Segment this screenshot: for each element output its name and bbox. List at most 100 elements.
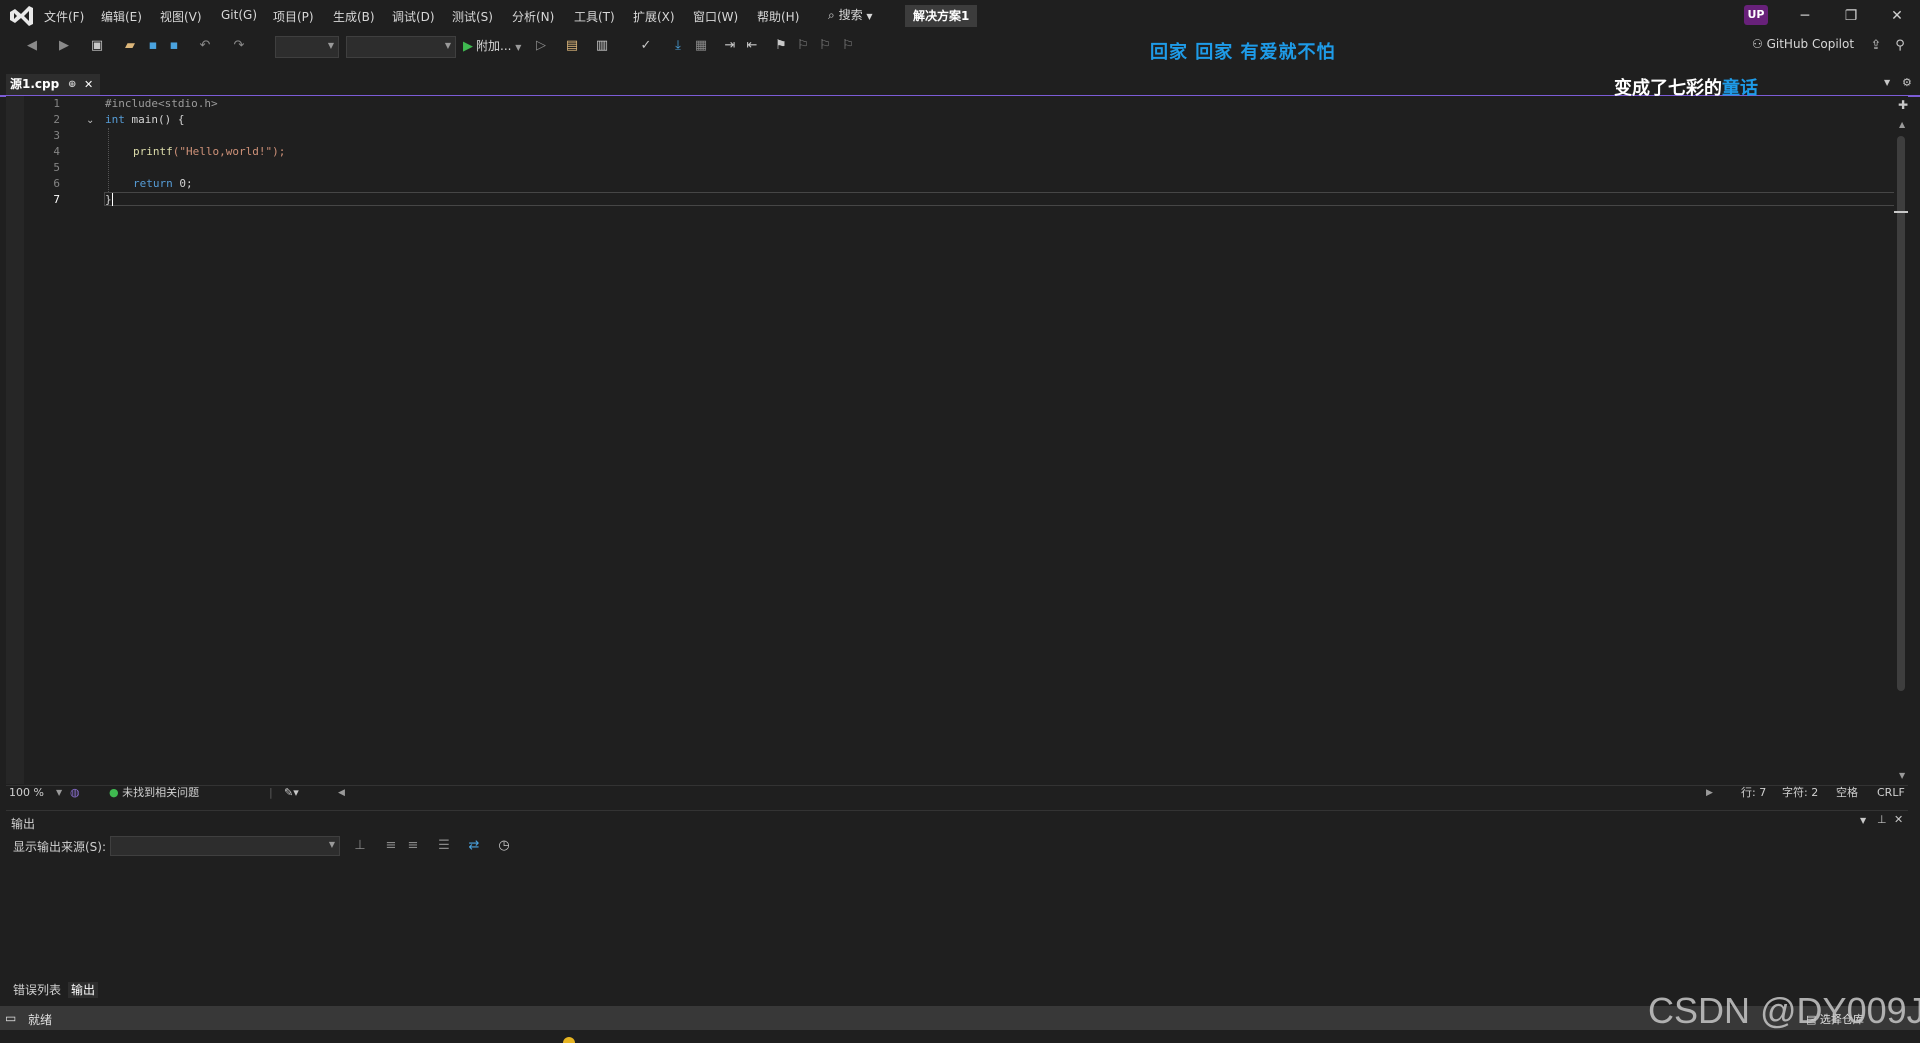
close-tab-icon[interactable]: ✕: [84, 74, 93, 95]
scroll-left-icon[interactable]: ◀: [338, 786, 345, 800]
outdent-icon[interactable]: ⇤: [744, 38, 760, 54]
char-indicator[interactable]: 字符: 2: [1782, 786, 1818, 800]
bookmark-icon[interactable]: ⚑: [773, 38, 789, 54]
check-circle-icon: ●: [109, 786, 119, 799]
minimize-button[interactable]: ─: [1783, 5, 1827, 27]
search-button[interactable]: ⌕ 搜索 ▼: [828, 6, 873, 26]
zoom-level[interactable]: 100 %: [9, 786, 44, 800]
brush-icon[interactable]: ✎▾: [284, 786, 299, 800]
menu-extensions[interactable]: 扩展(X): [633, 8, 675, 24]
code-line-2: int main() {: [105, 113, 184, 126]
copilot-label: GitHub Copilot: [1766, 37, 1855, 51]
next-bookmark-icon[interactable]: ⚐: [817, 38, 833, 54]
menu-project[interactable]: 项目(P): [273, 8, 314, 24]
word-wrap-icon[interactable]: ⇄: [466, 838, 482, 854]
find-message-icon[interactable]: ⊥: [352, 838, 368, 854]
code-main: main() {: [124, 113, 185, 126]
menu-analyze[interactable]: 分析(N): [512, 8, 554, 24]
account-avatar[interactable]: UP: [1744, 5, 1768, 25]
github-copilot-button[interactable]: ⚇ GitHub Copilot: [1752, 37, 1854, 51]
line-ending-indicator[interactable]: CRLF: [1877, 786, 1905, 800]
feedback-icon[interactable]: ⚲: [1892, 38, 1908, 54]
prev-bookmark-icon[interactable]: ⚐: [795, 38, 811, 54]
document-tab-label: 源1.cpp: [10, 77, 60, 91]
undo-icon[interactable]: ↶: [197, 38, 213, 54]
close-window-button[interactable]: ✕: [1875, 5, 1919, 27]
restore-button[interactable]: ❐: [1829, 5, 1873, 27]
output-panel-title: 输出: [11, 817, 36, 831]
output-source-select[interactable]: ▼: [110, 836, 340, 856]
tab-output[interactable]: 输出: [68, 982, 99, 998]
attach-run-button[interactable]: ▶ 附加... ▼: [463, 36, 521, 56]
save-all-icon[interactable]: ▪: [166, 38, 182, 54]
notification-icon[interactable]: ▭: [5, 1011, 16, 1025]
intellicode-icon[interactable]: ◍: [70, 786, 80, 800]
pin-panel-icon[interactable]: ⊥: [1877, 813, 1887, 826]
clear-all-icon[interactable]: ☰: [436, 838, 452, 854]
gear-icon[interactable]: ⚙: [1902, 76, 1912, 89]
scroll-up-icon[interactable]: ▲: [1899, 120, 1905, 129]
line-number: 1: [53, 97, 60, 110]
search-label: 搜索: [838, 8, 863, 22]
output-source-label: 显示输出来源(S):: [13, 840, 107, 854]
whitespace-indicator[interactable]: 空格: [1836, 786, 1858, 800]
function-printf: printf: [133, 145, 173, 158]
layout-icon[interactable]: ▥: [594, 38, 610, 54]
document-tab[interactable]: 源1.cpp ⊕ ✕: [6, 74, 100, 95]
keyword-int: int: [105, 113, 125, 126]
spellcheck-icon[interactable]: ✓: [638, 38, 654, 54]
menu-edit[interactable]: 编辑(E): [101, 8, 142, 24]
taskbar-app-icon[interactable]: [563, 1037, 575, 1043]
close-panel-icon[interactable]: ✕: [1894, 813, 1903, 826]
back-icon[interactable]: ◀: [24, 38, 40, 54]
indent-icon[interactable]: ⇥: [722, 38, 738, 54]
keyword-return: return: [133, 177, 173, 190]
tab-error-list[interactable]: 错误列表: [10, 982, 64, 998]
configuration-dropdown[interactable]: ▼: [275, 36, 339, 58]
menu-test[interactable]: 测试(S): [452, 8, 493, 24]
save-icon[interactable]: ▪: [145, 38, 161, 54]
menu-help[interactable]: 帮助(H): [757, 8, 799, 24]
menu-debug[interactable]: 调试(D): [392, 8, 435, 24]
menu-git[interactable]: Git(G): [221, 8, 257, 24]
lyric-line-1: 回家 回家 有爱就不怕: [1150, 42, 1336, 63]
new-project-icon[interactable]: ▣: [89, 38, 105, 54]
platform-dropdown[interactable]: ▼: [346, 36, 456, 58]
redo-icon[interactable]: ↷: [231, 38, 247, 54]
chevron-down-icon: ▼: [866, 12, 873, 21]
line-indicator[interactable]: 行: 7: [1741, 786, 1766, 800]
play-icon: ▶: [463, 39, 473, 54]
scrollbar-thumb[interactable]: [1897, 136, 1905, 691]
visual-studio-logo-icon[interactable]: [8, 5, 34, 27]
code-line-6: return 0;: [133, 177, 193, 190]
clock-icon[interactable]: ◷: [496, 838, 512, 854]
solution-explorer-icon[interactable]: ▤: [564, 38, 580, 54]
prev-message-icon[interactable]: ≡: [383, 838, 399, 854]
line-number: 5: [53, 161, 60, 174]
fold-chevron-icon[interactable]: ⌄: [86, 115, 94, 126]
scroll-down-icon[interactable]: ▼: [1899, 771, 1905, 780]
scroll-right-icon[interactable]: ▶: [1706, 786, 1713, 800]
tab-list-dropdown-icon[interactable]: ▼: [1884, 78, 1890, 87]
format-icon[interactable]: ▦: [693, 38, 709, 54]
run-label: 附加...: [476, 39, 512, 53]
code-line-1: #include<stdio.h>: [105, 97, 218, 110]
open-folder-icon[interactable]: ▰: [122, 38, 138, 54]
menu-tools[interactable]: 工具(T): [574, 8, 615, 24]
menu-file[interactable]: 文件(F): [44, 8, 84, 24]
issues-indicator[interactable]: ● 未找到相关问题: [109, 786, 199, 800]
clear-bookmarks-icon[interactable]: ⚐: [840, 38, 856, 54]
zoom-dropdown-icon[interactable]: ▼: [56, 786, 62, 800]
taskbar-strip: [0, 1030, 1920, 1043]
panel-dropdown-icon[interactable]: ▼: [1860, 816, 1866, 825]
pin-icon[interactable]: ⊕: [68, 74, 76, 95]
step-icon[interactable]: ⤓: [670, 38, 686, 54]
menu-view[interactable]: 视图(V): [160, 8, 202, 24]
split-editor-icon[interactable]: ✚: [1898, 98, 1908, 112]
start-without-debug-icon[interactable]: ▷: [533, 38, 549, 54]
forward-icon[interactable]: ▶: [56, 38, 72, 54]
share-icon[interactable]: ⇪: [1868, 38, 1884, 54]
menu-build[interactable]: 生成(B): [333, 8, 375, 24]
menu-window[interactable]: 窗口(W): [693, 8, 738, 24]
next-message-icon[interactable]: ≡: [405, 838, 421, 854]
